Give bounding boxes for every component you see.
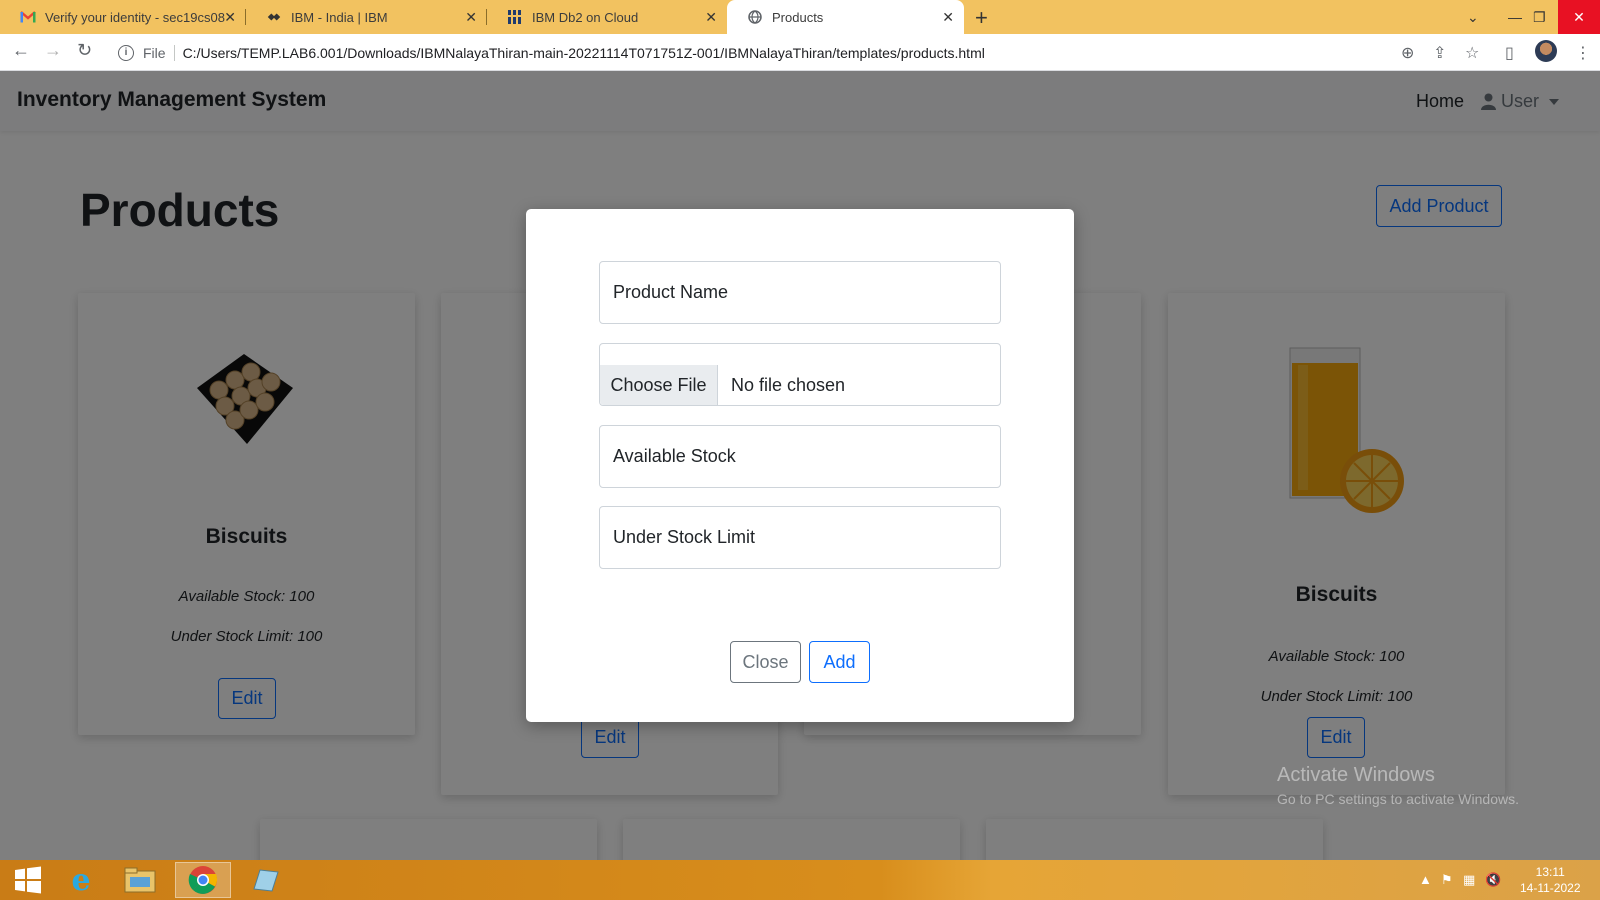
restore-icon[interactable]: ❐ <box>1533 0 1546 34</box>
close-tab-icon[interactable]: ✕ <box>705 9 717 26</box>
page-content: Inventory Management System Home User Pr… <box>0 71 1600 860</box>
close-tab-icon[interactable]: ✕ <box>942 9 954 26</box>
forward-icon[interactable]: → <box>44 40 62 61</box>
product-name-input[interactable]: Product Name <box>599 261 1001 324</box>
ibm-icon <box>266 9 282 25</box>
windows-start-icon[interactable] <box>0 862 56 898</box>
bookmark-star-icon[interactable]: ☆ <box>1465 43 1479 63</box>
address-bar[interactable]: i File C:/Users/TEMP.LAB6.001/Downloads/… <box>108 37 1528 68</box>
network-icon[interactable]: ▦ <box>1463 872 1475 888</box>
new-tab-icon[interactable]: + <box>975 5 988 31</box>
tab-search-icon[interactable]: ⌄ <box>1467 0 1479 34</box>
zoom-icon[interactable]: ⊕ <box>1401 43 1414 63</box>
no-file-label: No file chosen <box>731 374 846 395</box>
address-bar-row: ← → ↻ i File C:/Users/TEMP.LAB6.001/Down… <box>0 34 1600 71</box>
tab-db2[interactable]: IBM Db2 on Cloud ✕ <box>487 0 727 34</box>
gmail-icon <box>20 9 36 25</box>
tray-arrow-icon[interactable]: ▲ <box>1419 872 1432 887</box>
app-icon[interactable] <box>237 862 293 898</box>
tab-gmail[interactable]: Verify your identity - sec19cs080 ✕ <box>0 0 246 34</box>
close-button[interactable]: Close <box>730 641 801 683</box>
close-tab-icon[interactable]: ✕ <box>224 9 236 26</box>
add-product-modal: Product Name Choose File No file chosen … <box>526 209 1074 722</box>
tab-products[interactable]: Products ✕ <box>727 0 964 34</box>
chrome-icon[interactable] <box>175 862 231 898</box>
available-stock-input[interactable]: Available Stock <box>599 425 1001 488</box>
globe-icon <box>747 9 763 25</box>
info-icon[interactable]: i <box>118 44 134 61</box>
volume-icon[interactable]: 🔇 <box>1485 872 1501 888</box>
minimize-icon[interactable]: — <box>1508 0 1522 34</box>
internet-explorer-icon[interactable]: e <box>53 862 109 898</box>
menu-dots-icon[interactable]: ⋮ <box>1575 43 1591 63</box>
back-icon[interactable]: ← <box>12 40 30 61</box>
activate-windows-watermark: Activate Windows Go to PC settings to ac… <box>1277 764 1519 807</box>
tab-ibm[interactable]: IBM - India | IBM ✕ <box>246 0 487 34</box>
product-image-file-input[interactable]: Choose File No file chosen <box>599 343 1001 406</box>
flag-icon[interactable]: ⚑ <box>1441 872 1453 888</box>
share-icon[interactable]: ⇪ <box>1433 43 1446 63</box>
choose-file-button[interactable]: Choose File <box>600 365 718 405</box>
windows-taskbar: e ▲ ⚑ ▦ 🔇 13:11 14-11-2022 <box>0 860 1600 900</box>
close-window-icon[interactable]: ✕ <box>1558 0 1600 34</box>
file-explorer-icon[interactable] <box>112 862 168 898</box>
under-stock-limit-input[interactable]: Under Stock Limit <box>599 506 1001 569</box>
reload-icon[interactable]: ↻ <box>77 40 92 61</box>
profile-avatar[interactable] <box>1535 40 1557 62</box>
browser-tab-bar: Verify your identity - sec19cs080 ✕ IBM … <box>0 0 1600 34</box>
url-text[interactable]: C:/Users/TEMP.LAB6.001/Downloads/IBMNala… <box>183 45 985 61</box>
add-button[interactable]: Add <box>809 641 870 683</box>
close-tab-icon[interactable]: ✕ <box>465 9 477 26</box>
db2-icon <box>507 9 523 25</box>
clock[interactable]: 13:11 14-11-2022 <box>1520 864 1581 896</box>
side-panel-icon[interactable]: ▯ <box>1505 43 1514 63</box>
